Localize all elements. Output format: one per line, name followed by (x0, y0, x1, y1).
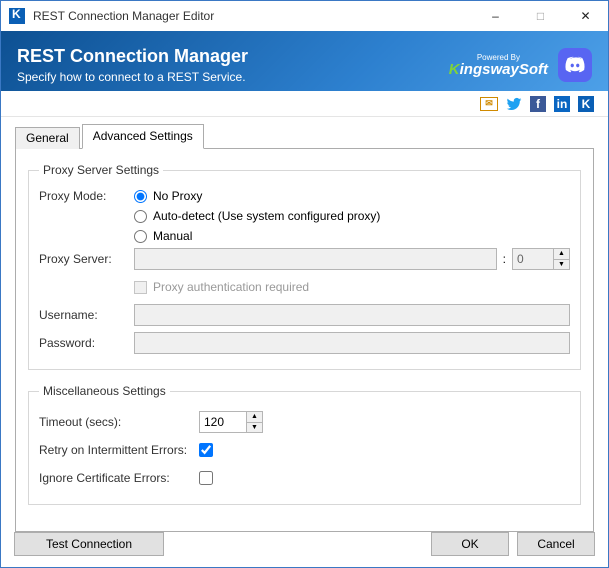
tab-strip: General Advanced Settings (15, 123, 594, 149)
timeout-input[interactable] (200, 412, 246, 432)
ignore-cert-label: Ignore Certificate Errors: (39, 471, 199, 485)
close-button[interactable]: ✕ (563, 1, 608, 31)
proxy-mode-label: Proxy Mode: (39, 189, 134, 203)
proxy-auth-checkbox[interactable]: Proxy authentication required (134, 280, 309, 294)
username-input[interactable] (134, 304, 570, 326)
banner: REST Connection Manager Specify how to c… (1, 31, 608, 91)
radio-auto-detect[interactable] (134, 210, 147, 223)
retry-checkbox[interactable] (199, 443, 213, 457)
misc-settings-legend: Miscellaneous Settings (39, 384, 170, 398)
proxy-port-input[interactable] (513, 249, 553, 269)
password-label: Password: (39, 336, 134, 350)
chevron-up-icon[interactable]: ▲ (554, 249, 569, 260)
retry-label: Retry on Intermittent Errors: (39, 443, 199, 457)
timeout-stepper[interactable]: ▲▼ (199, 411, 263, 433)
proxy-server-input[interactable] (134, 248, 497, 270)
kingswaysoft-icon[interactable]: K (578, 96, 594, 112)
proxy-mode-manual[interactable]: Manual (134, 229, 380, 243)
title-bar: REST Connection Manager Editor – □ ✕ (1, 1, 608, 31)
password-input[interactable] (134, 332, 570, 354)
timeout-label: Timeout (secs): (39, 415, 199, 429)
discord-icon (558, 48, 592, 82)
radio-no-proxy[interactable] (134, 190, 147, 203)
cancel-button[interactable]: Cancel (517, 532, 595, 556)
proxy-mode-auto-detect[interactable]: Auto-detect (Use system configured proxy… (134, 209, 380, 223)
ignore-cert-checkbox[interactable] (199, 471, 213, 485)
client-area: General Advanced Settings Proxy Server S… (1, 117, 608, 546)
tab-general[interactable]: General (15, 127, 80, 149)
linkedin-icon[interactable]: in (554, 96, 570, 112)
brand-logo: Powered By KingswaySoft (449, 54, 548, 77)
app-icon (9, 8, 25, 24)
proxy-port-stepper[interactable]: ▲▼ (512, 248, 570, 270)
proxy-server-label: Proxy Server: (39, 252, 134, 266)
misc-settings-group: Miscellaneous Settings Timeout (secs): ▲… (28, 384, 581, 505)
window-title: REST Connection Manager Editor (33, 9, 473, 23)
checkbox-icon (134, 281, 147, 294)
mail-icon[interactable]: ✉ (480, 97, 498, 111)
chevron-up-icon[interactable]: ▲ (247, 412, 262, 423)
username-label: Username: (39, 308, 134, 322)
minimize-button[interactable]: – (473, 1, 518, 31)
proxy-mode-no-proxy[interactable]: No Proxy (134, 189, 380, 203)
proxy-settings-legend: Proxy Server Settings (39, 163, 163, 177)
ok-button[interactable]: OK (431, 532, 509, 556)
maximize-button[interactable]: □ (518, 1, 563, 31)
chevron-down-icon[interactable]: ▼ (554, 260, 569, 270)
test-connection-button[interactable]: Test Connection (14, 532, 164, 556)
banner-title: REST Connection Manager (17, 46, 248, 68)
tab-advanced-settings[interactable]: Advanced Settings (82, 124, 204, 149)
footer: Test Connection OK Cancel (14, 532, 595, 556)
radio-manual[interactable] (134, 230, 147, 243)
chevron-down-icon[interactable]: ▼ (247, 423, 262, 433)
twitter-icon[interactable] (506, 96, 522, 112)
banner-subtitle: Specify how to connect to a REST Service… (17, 70, 248, 84)
tab-body: Proxy Server Settings Proxy Mode: No Pro… (15, 149, 594, 532)
proxy-settings-group: Proxy Server Settings Proxy Mode: No Pro… (28, 163, 581, 370)
social-row: ✉ f in K (1, 91, 608, 117)
facebook-icon[interactable]: f (530, 96, 546, 112)
